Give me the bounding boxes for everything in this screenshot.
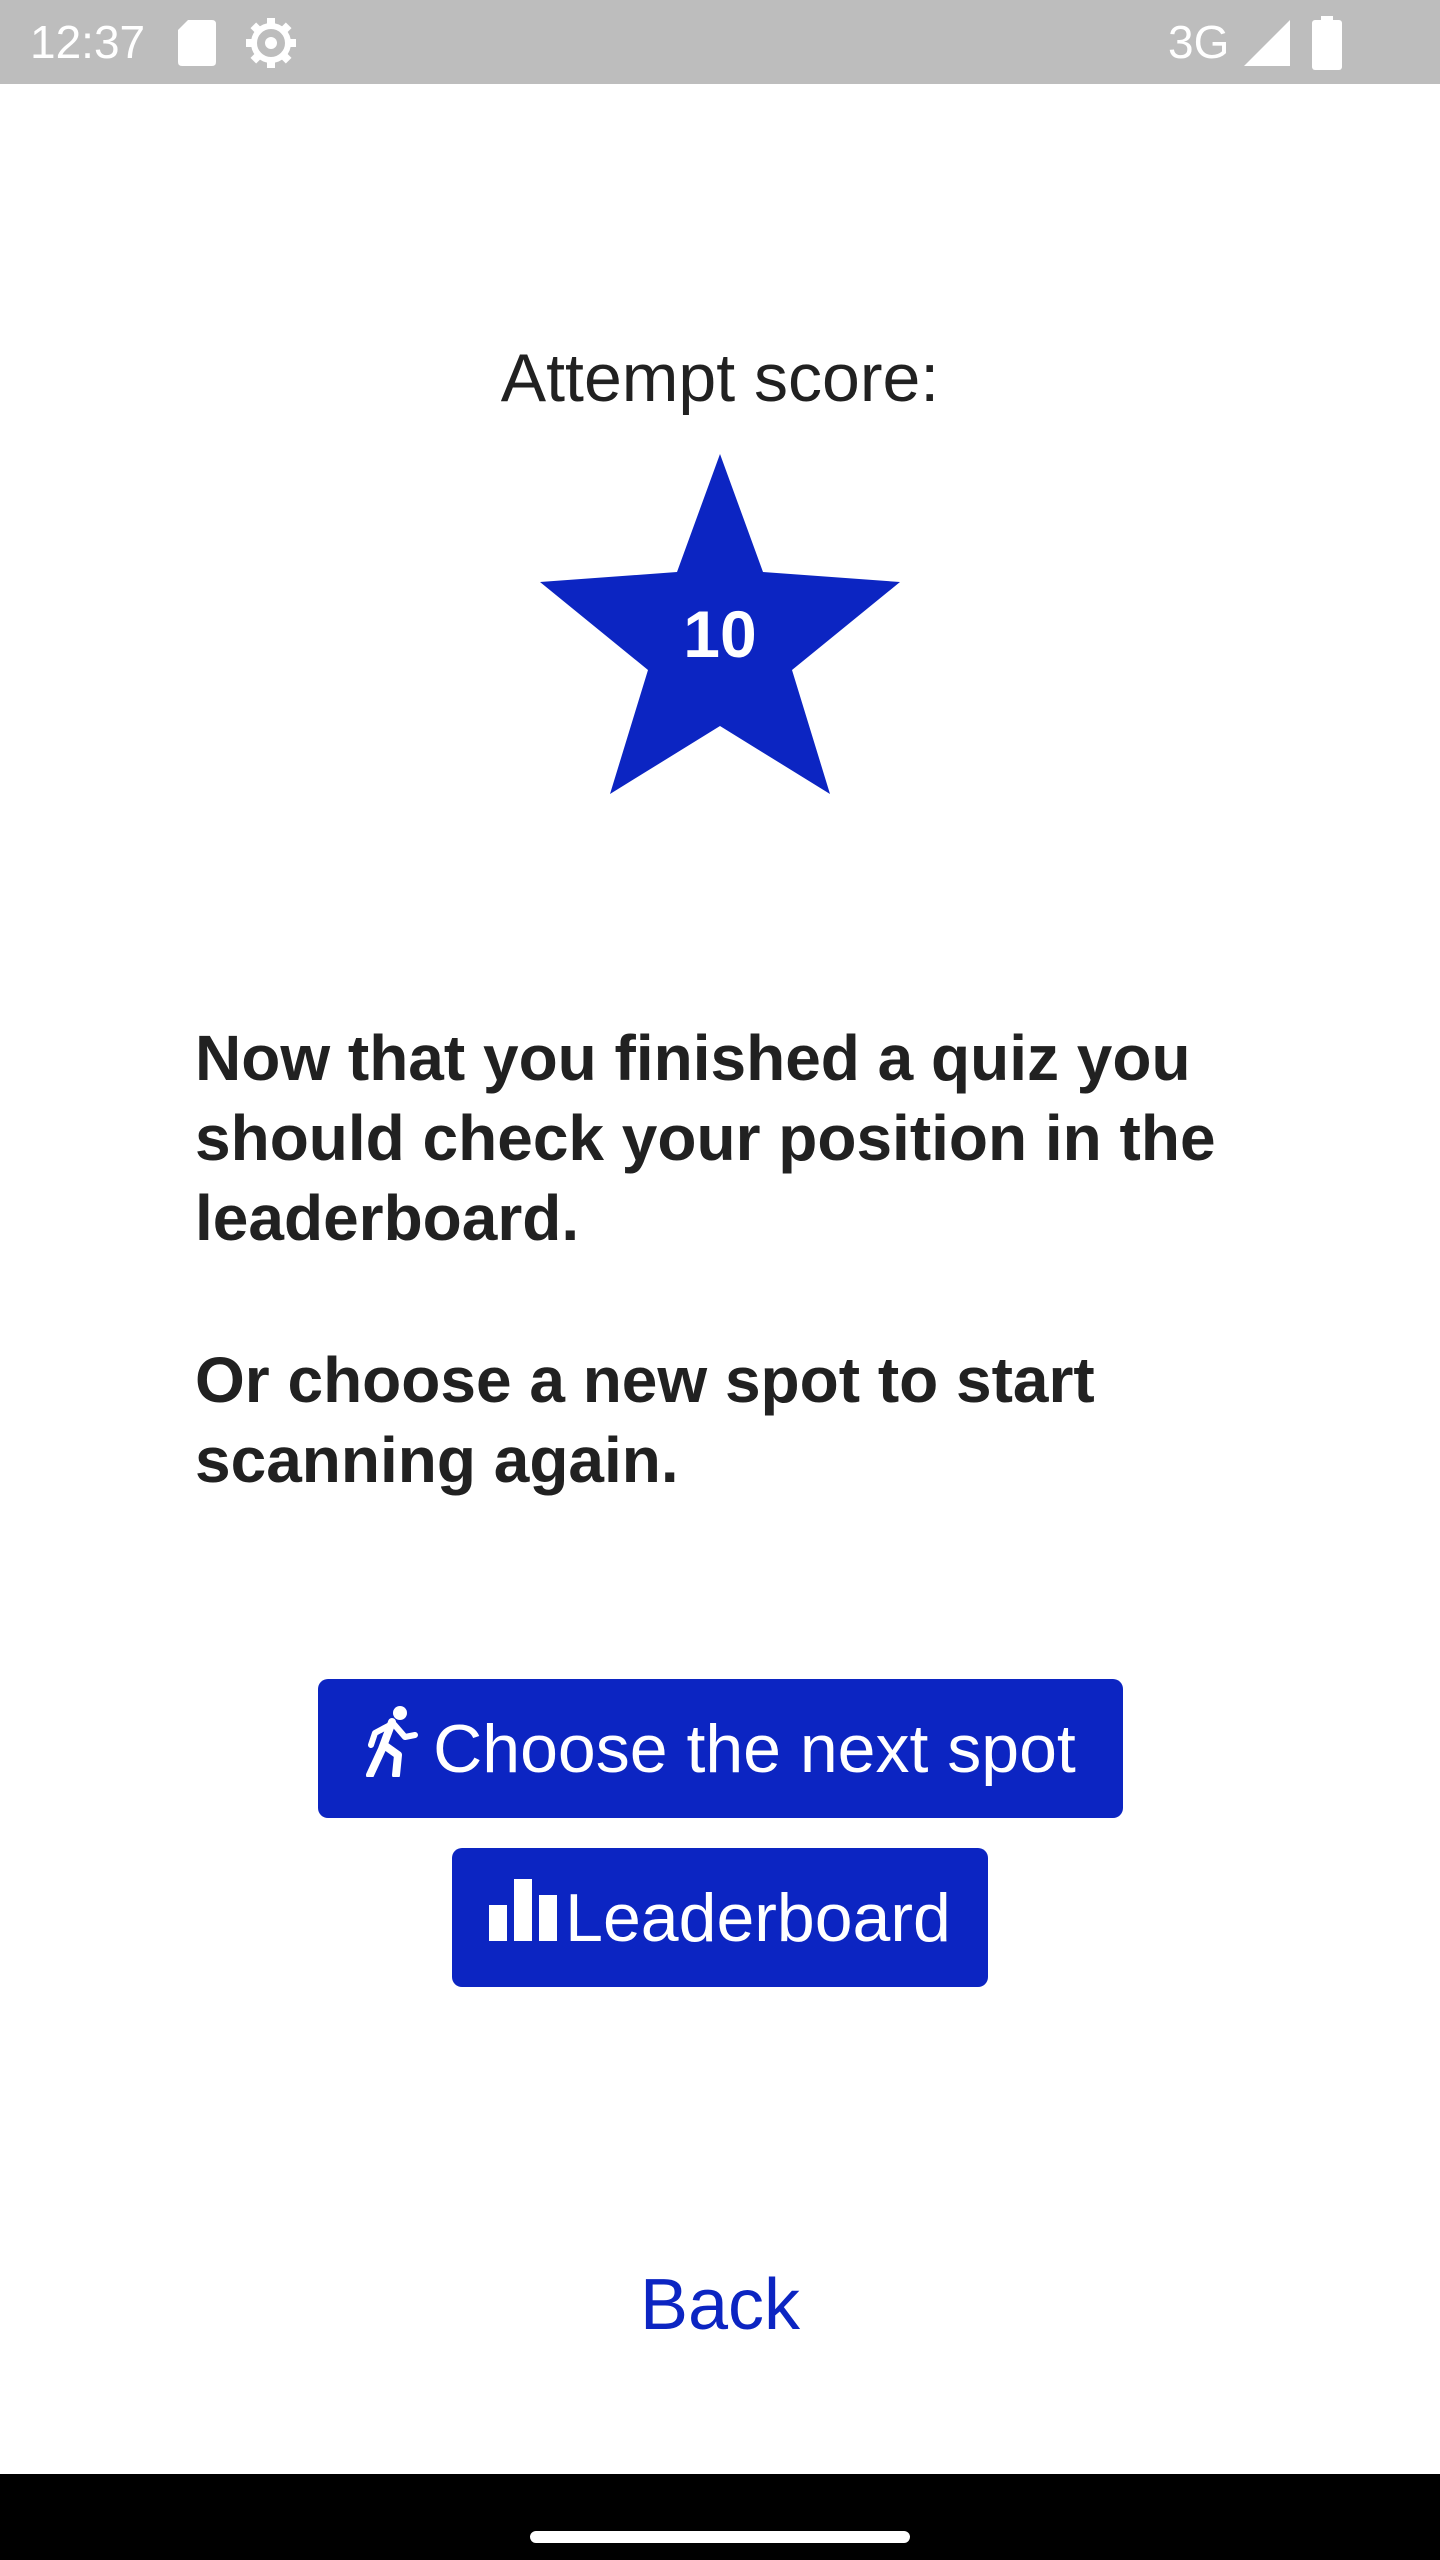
leaderboard-icon [489, 1878, 558, 1957]
choose-next-spot-button[interactable]: Choose the next spot [318, 1679, 1123, 1818]
battery-icon [1312, 16, 1342, 70]
settings-icon [246, 18, 296, 68]
status-bar: 12:37 3G [0, 0, 1440, 84]
navigation-bar [0, 2474, 1440, 2560]
home-gesture-handle[interactable] [530, 2531, 910, 2543]
scan-again-message: Or choose a new spot to start scanning a… [195, 1344, 1095, 1496]
score-star: 10 [540, 454, 900, 799]
sd-card-icon [178, 20, 216, 66]
score-title: Attempt score: [500, 340, 940, 416]
running-person-icon [365, 1705, 419, 1793]
finish-message: Now that you finished a quiz you should … [195, 1022, 1216, 1254]
choose-next-spot-label: Choose the next spot [433, 1710, 1076, 1787]
leaderboard-label: Leaderboard [565, 1879, 951, 1956]
network-type: 3G [1168, 16, 1230, 68]
signal-icon [1244, 20, 1290, 66]
back-button[interactable]: Back [520, 2262, 920, 2348]
score-value: 10 [683, 597, 757, 671]
leaderboard-button[interactable]: Leaderboard [452, 1848, 988, 1987]
status-time: 12:37 [30, 16, 146, 68]
